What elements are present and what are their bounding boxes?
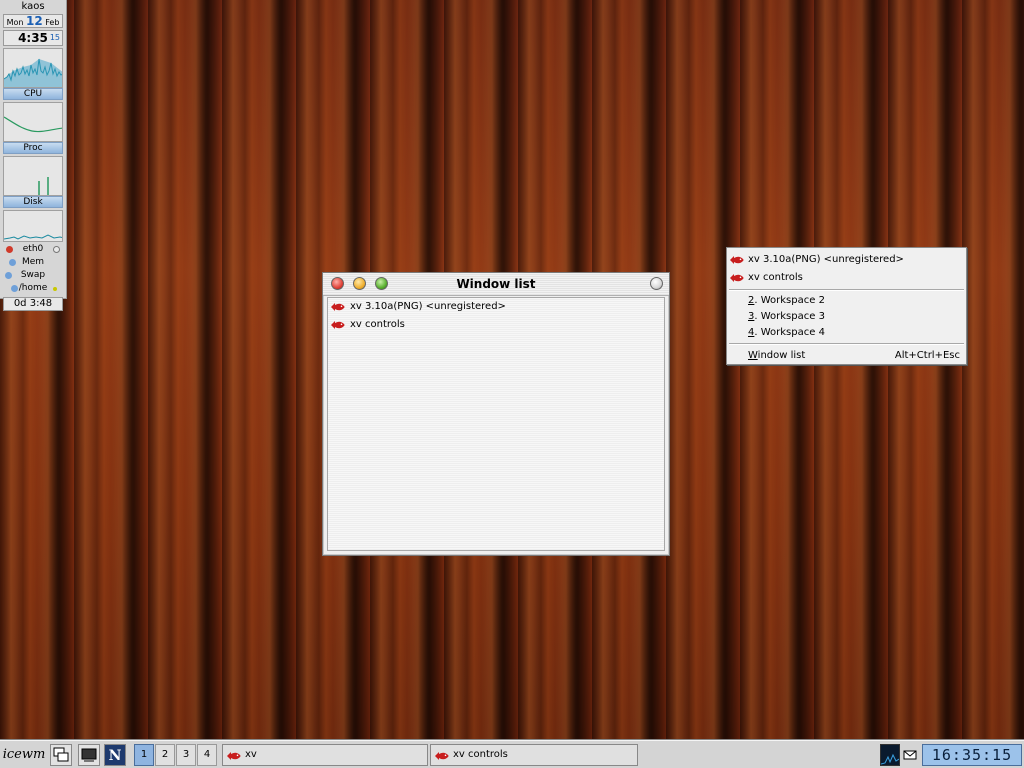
window-list-window: Window list xv 3.10a(PNG) <unregistered>… (322, 272, 670, 556)
menu-item-workspace-2[interactable]: 2. Workspace 2 (727, 293, 966, 309)
net-row: eth0 (3, 244, 63, 255)
home-fs-label: /home (18, 283, 48, 293)
terminal-button[interactable] (78, 744, 100, 766)
fish-icon (730, 256, 744, 264)
netscape-icon: N (109, 748, 122, 764)
monitor-clock: 4:35 15 (3, 30, 63, 46)
mem-row: Mem (3, 257, 63, 268)
menu-separator (729, 343, 964, 345)
net-rx-led-icon (6, 246, 13, 253)
workspace-2-button[interactable]: 2 (155, 744, 175, 766)
window-list-body: xv 3.10a(PNG) <unregistered> xv controls (327, 297, 665, 551)
menu-item-label: . Workspace 4 (754, 327, 825, 338)
net-label: eth0 (22, 244, 44, 254)
taskbar-clock[interactable]: 16:35:15 (922, 744, 1022, 766)
fish-icon (730, 274, 744, 282)
svg-text:N: N (109, 748, 122, 764)
mem-label: Mem (21, 257, 45, 267)
monitor-hostname: kaos (21, 1, 45, 12)
swap-label: Swap (20, 270, 46, 280)
menu-item-label: indow list (757, 350, 806, 361)
menu-item-label: xv 3.10a(PNG) <unregistered> (748, 254, 904, 265)
menu-item-label: xv controls (748, 272, 803, 283)
task-button-xv[interactable]: xv (222, 744, 428, 766)
window-list-item-label: xv controls (350, 319, 405, 330)
home-led-icon (53, 287, 57, 291)
mem-krell-icon (9, 259, 16, 266)
monitor-day: 12 (26, 14, 43, 28)
window-title: Window list (456, 277, 536, 291)
menu-item-window[interactable]: xv 3.10a(PNG) <unregistered> (727, 251, 966, 269)
net-tx-led-icon (53, 246, 60, 253)
disk-graph (3, 156, 63, 196)
menu-item-workspace-4[interactable]: 4. Workspace 4 (727, 325, 966, 341)
home-krell-icon (11, 285, 18, 292)
proc-graph (3, 102, 63, 142)
fish-icon (331, 303, 345, 311)
cpu-tray-graph (880, 744, 900, 766)
cpu-label: CPU (3, 88, 63, 100)
swap-krell-icon (5, 272, 12, 279)
shade-button[interactable] (650, 277, 663, 290)
proc-label: Proc (3, 142, 63, 154)
system-monitor: kaos Mon 12 Feb 4:35 15 CPU Proc Disk et (0, 0, 67, 311)
menu-item-label: . Workspace 3 (754, 311, 825, 322)
monitor-month: Feb (45, 18, 60, 27)
net-graph (3, 210, 63, 242)
menu-item-window-list[interactable]: Window list Alt+Ctrl+Esc (727, 347, 966, 365)
netscape-button[interactable]: N (104, 744, 126, 766)
monitor-time: 4:35 (18, 31, 48, 45)
cpu-graph (3, 48, 63, 88)
task-label: xv controls (453, 749, 508, 760)
workspace-4-button[interactable]: 4 (197, 744, 217, 766)
window-menu: xv 3.10a(PNG) <unregistered> xv controls… (726, 247, 967, 365)
start-menu-button[interactable]: icewm (2, 744, 46, 766)
swap-row: Swap (3, 270, 63, 281)
workspace-1-button[interactable]: 1 (134, 744, 154, 766)
fish-icon (331, 321, 345, 329)
menu-item-label: . Workspace 2 (754, 295, 825, 306)
windows-icon (53, 747, 69, 762)
home-fs-row: /home (3, 283, 63, 294)
menu-separator (729, 289, 964, 291)
task-button-xv-controls[interactable]: xv controls (430, 744, 638, 766)
uptime: 0d 3:48 (3, 297, 63, 311)
task-label: xv (245, 749, 257, 760)
monitor-seconds: 15 (49, 33, 60, 42)
mail-icon[interactable] (902, 744, 918, 766)
monitor-date: Mon 12 Feb (3, 14, 63, 28)
window-list-button[interactable] (50, 744, 72, 766)
window-list-item-label: xv 3.10a(PNG) <unregistered> (350, 301, 506, 312)
workspace-3-button[interactable]: 3 (176, 744, 196, 766)
disk-label: Disk (3, 196, 63, 208)
fish-icon (435, 752, 449, 760)
window-titlebar[interactable]: Window list (323, 273, 669, 296)
window-list-item[interactable]: xv 3.10a(PNG) <unregistered> (328, 298, 664, 316)
menu-item-mnemonic: W (748, 350, 758, 361)
monitor-weekday: Mon (6, 18, 24, 27)
menu-item-workspace-3[interactable]: 3. Workspace 3 (727, 309, 966, 325)
taskbar: icewm N 1 2 3 4 xv xv controls 16:35:15 (0, 740, 1024, 768)
menu-item-shortcut: Alt+Ctrl+Esc (894, 350, 960, 361)
terminal-icon (81, 748, 97, 762)
menu-item-window[interactable]: xv controls (727, 269, 966, 287)
fish-icon (227, 752, 241, 760)
window-list-item[interactable]: xv controls (328, 316, 664, 334)
